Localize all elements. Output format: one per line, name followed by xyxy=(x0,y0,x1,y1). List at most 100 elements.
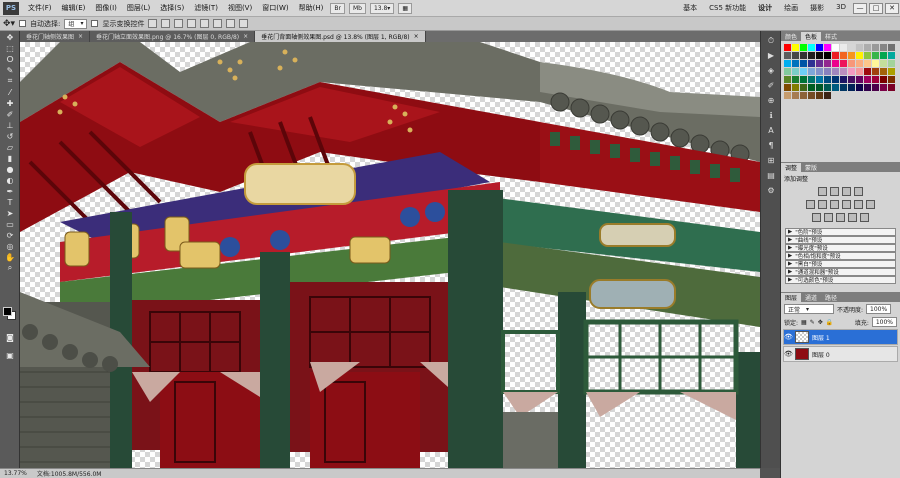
color-swatch[interactable] xyxy=(808,60,815,67)
workspace-3[interactable]: 绘画 xyxy=(778,3,804,13)
color-swatch[interactable] xyxy=(784,52,791,59)
color-swatch[interactable] xyxy=(880,60,887,67)
color-swatch[interactable] xyxy=(816,44,823,51)
color-swatch[interactable] xyxy=(808,68,815,75)
lock-position-icon[interactable]: ✥ xyxy=(818,319,823,326)
color-swatch[interactable] xyxy=(784,44,791,51)
color-swatch[interactable] xyxy=(800,84,807,91)
minimize-button[interactable]: — xyxy=(853,2,867,14)
zoom-level[interactable]: 13.77% xyxy=(4,470,27,477)
color-swatch[interactable] xyxy=(824,76,831,83)
color-swatch[interactable] xyxy=(888,60,895,67)
color-swatch[interactable] xyxy=(824,52,831,59)
panel-tab[interactable]: 通道 xyxy=(801,293,821,302)
minibridge-button[interactable]: Mb xyxy=(348,2,366,14)
color-swatch[interactable] xyxy=(832,68,839,75)
color-swatch[interactable] xyxy=(864,84,871,91)
document-tab[interactable]: 垂花门轴立面效果图.png @ 16.7% (图层 0, RGB/8) × xyxy=(90,31,256,42)
workspace-2[interactable]: 设计 xyxy=(752,3,778,13)
invert-icon[interactable] xyxy=(812,213,821,222)
foreground-color-swatch[interactable] xyxy=(3,307,12,316)
close-icon[interactable]: × xyxy=(243,33,248,40)
auto-select-checkbox[interactable] xyxy=(19,20,27,27)
color-swatch[interactable] xyxy=(848,52,855,59)
panel-tab[interactable]: 样式 xyxy=(821,32,841,41)
levels-icon[interactable] xyxy=(830,187,839,196)
document-tab[interactable]: 垂花门轴侧效果图 × xyxy=(20,31,91,42)
preset-item[interactable]: ▶ "色相/饱和度"预设 xyxy=(785,252,896,260)
vibrance-icon[interactable] xyxy=(806,200,815,209)
photo-filter-icon[interactable] xyxy=(854,200,863,209)
color-swatch[interactable] xyxy=(840,84,847,91)
align-middle-icon[interactable] xyxy=(161,19,171,28)
curves-icon[interactable] xyxy=(842,187,851,196)
move-tool-icon[interactable]: ✥ xyxy=(3,32,17,42)
eye-icon[interactable]: 👁 xyxy=(784,350,793,358)
color-swatch[interactable] xyxy=(888,76,895,83)
color-swatch[interactable] xyxy=(832,44,839,51)
zoom-tool-icon[interactable]: ⌕ xyxy=(3,263,17,273)
color-swatch[interactable] xyxy=(880,76,887,83)
color-swatch[interactable] xyxy=(784,92,791,99)
type-tool-icon[interactable]: T xyxy=(3,197,17,207)
color-swatch[interactable] xyxy=(816,84,823,91)
color-swatch[interactable] xyxy=(784,76,791,83)
color-swatch[interactable] xyxy=(856,52,863,59)
lasso-tool-icon[interactable]: ⵔ xyxy=(3,54,17,64)
color-swatch[interactable] xyxy=(840,52,847,59)
menu-2[interactable]: 图像(I) xyxy=(90,3,122,13)
color-swatch[interactable] xyxy=(800,52,807,59)
brush-tool-icon[interactable]: ✐ xyxy=(3,109,17,119)
color-swatch[interactable] xyxy=(808,44,815,51)
3d-panel-icon[interactable]: ◈ xyxy=(765,65,777,76)
gradient-map-icon[interactable] xyxy=(848,213,857,222)
exposure-icon[interactable] xyxy=(854,187,863,196)
color-swatch[interactable] xyxy=(792,92,799,99)
color-swatch[interactable] xyxy=(792,44,799,51)
threshold-icon[interactable] xyxy=(836,213,845,222)
color-swatch[interactable] xyxy=(824,44,831,51)
menu-3[interactable]: 图层(L) xyxy=(122,3,155,13)
color-swatch[interactable] xyxy=(800,44,807,51)
preset-item[interactable]: ▶ "曝光度"预设 xyxy=(785,244,896,252)
character-panel-icon[interactable]: A xyxy=(765,125,777,136)
expand-triangle-icon[interactable]: ▶ xyxy=(788,277,792,283)
color-swatch[interactable] xyxy=(848,60,855,67)
preset-item[interactable]: ▶ "色阶"预设 xyxy=(785,228,896,236)
color-swatch[interactable] xyxy=(800,68,807,75)
workspace-1[interactable]: CS5 新功能 xyxy=(703,3,752,13)
color-swatch[interactable] xyxy=(832,76,839,83)
document-canvas[interactable] xyxy=(20,42,760,468)
layer-row[interactable]: 👁 图层 0 xyxy=(783,346,898,362)
selective-color-icon[interactable] xyxy=(860,213,869,222)
panel-tab[interactable]: 图层 xyxy=(781,293,802,302)
3d-rotate-tool-icon[interactable]: ⟳ xyxy=(3,230,17,240)
color-swatch[interactable] xyxy=(880,44,887,51)
expand-triangle-icon[interactable]: ▶ xyxy=(788,245,792,251)
brightness-icon[interactable] xyxy=(818,187,827,196)
color-swatch[interactable] xyxy=(832,84,839,91)
expand-triangle-icon[interactable]: ▶ xyxy=(788,237,792,243)
dodge-tool-icon[interactable]: ◐ xyxy=(3,175,17,185)
preset-item[interactable]: ▶ "可选颜色"预设 xyxy=(785,276,896,284)
eye-icon[interactable]: 👁 xyxy=(784,333,793,341)
color-swatch[interactable] xyxy=(864,44,871,51)
eyedropper-tool-icon[interactable]: ⁄ xyxy=(3,87,17,97)
color-swatch[interactable] xyxy=(792,60,799,67)
distribute-icon[interactable] xyxy=(226,19,236,28)
menu-6[interactable]: 视图(V) xyxy=(223,3,257,13)
lock-transparent-icon[interactable]: ▦ xyxy=(801,319,807,326)
panel-tab[interactable]: 调整 xyxy=(781,163,802,172)
panel-tab[interactable]: 色板 xyxy=(801,32,822,41)
layer-row[interactable]: 👁 图层 1 xyxy=(783,329,898,345)
lock-image-icon[interactable]: ✎ xyxy=(810,319,815,326)
workspace-0[interactable]: 基本 xyxy=(677,3,703,13)
align-center-icon[interactable] xyxy=(200,19,210,28)
workspace-5[interactable]: 3D xyxy=(830,3,852,13)
color-swatch[interactable] xyxy=(824,92,831,99)
align-right-icon[interactable] xyxy=(213,19,223,28)
align-top-icon[interactable] xyxy=(148,19,158,28)
channel-mixer-icon[interactable] xyxy=(866,200,875,209)
panel-tab[interactable]: 颜色 xyxy=(781,32,801,41)
color-swatch[interactable] xyxy=(864,76,871,83)
